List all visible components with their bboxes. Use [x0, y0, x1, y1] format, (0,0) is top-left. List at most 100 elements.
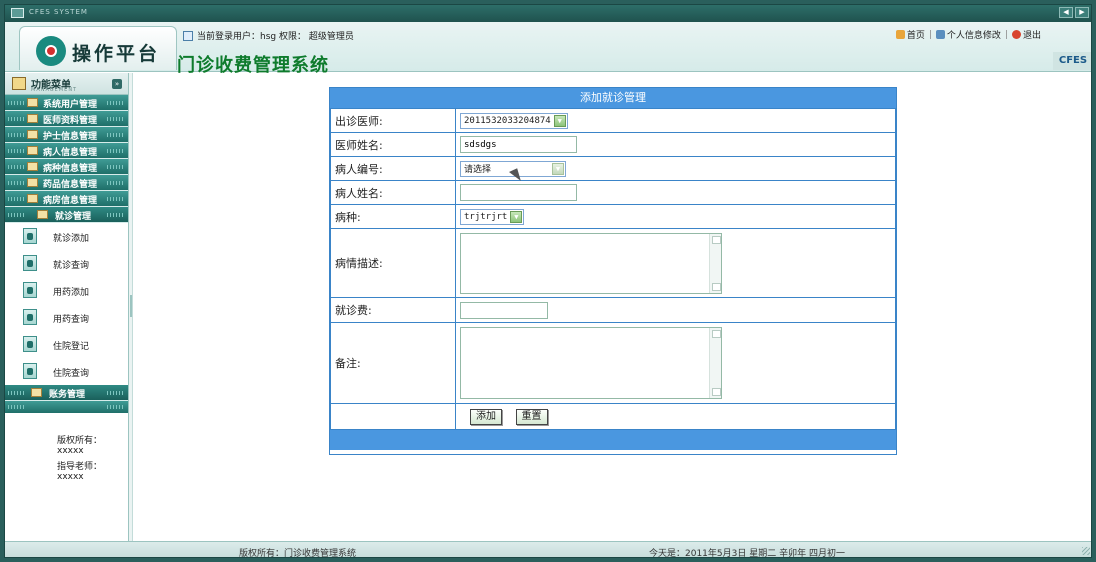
- logo-icon: [36, 36, 66, 66]
- folder-icon: [27, 162, 38, 171]
- chevron-down-icon: ▼: [552, 162, 564, 175]
- remark-label: 备注:: [330, 322, 456, 404]
- user-icon: [183, 30, 193, 41]
- patient-name-input[interactable]: [460, 184, 577, 201]
- home-icon: [895, 30, 905, 39]
- form-table: 出诊医师: 2011532033204874 ▼ 医师姓名: 病人: [330, 108, 896, 430]
- scroll-right-icon[interactable]: ▶: [1075, 7, 1089, 18]
- folder-icon: [27, 98, 38, 107]
- menu-subtitle: MANAGEMENT: [31, 87, 78, 93]
- sidebar-group-visits[interactable]: 就诊管理: [5, 207, 128, 223]
- doctor-icon: [23, 309, 37, 325]
- chevron-down-icon: ▼: [510, 210, 523, 223]
- profile-link[interactable]: 个人信息修改: [935, 28, 1001, 41]
- sidebar-group-patients[interactable]: 病人信息管理: [5, 143, 128, 159]
- sidebar-item-admission-register[interactable]: 住院登记: [5, 331, 128, 358]
- sidebar-copyright: 版权所有：xxxxx: [57, 436, 103, 456]
- status-copyright: 版权所有：门诊收费管理系统: [239, 549, 357, 558]
- page-header: 操作平台 当前登录用户：hsg 权限： 超级管理员 首页 | 个人信息修改 | …: [5, 22, 1091, 76]
- home-link[interactable]: 首页: [895, 28, 925, 41]
- doctor-icon: [23, 255, 37, 271]
- app-window: CFES SYSTEM ◀ ▶ 操作平台 当前登录用户：hsg 权限： 超级管理…: [4, 4, 1092, 558]
- window-controls: ◀ ▶: [1059, 7, 1089, 18]
- window-titlebar: CFES SYSTEM ◀ ▶: [5, 5, 1091, 22]
- doctor-select[interactable]: 2011532033204874 ▼: [460, 112, 568, 129]
- sidebar-group-empty: [5, 401, 128, 413]
- folder-icon: [37, 210, 48, 219]
- patient-no-label: 病人编号:: [330, 156, 456, 181]
- doctor-name-input[interactable]: [460, 136, 577, 153]
- form-row-patient-name: 病人姓名:: [330, 180, 896, 205]
- main-content: 添加就诊管理 出诊医师: 2011532033204874 ▼ 医师姓名: sd…: [134, 73, 1091, 541]
- window-title: CFES SYSTEM: [29, 8, 88, 16]
- current-user-info: 当前登录用户：hsg 权限： 超级管理员: [183, 29, 354, 42]
- add-visit-form: 添加就诊管理 出诊医师: 2011532033204874 ▼ 医师姓名: sd…: [329, 87, 897, 455]
- disease-label: 病种:: [330, 204, 456, 229]
- form-row-description: 病情描述:: [330, 228, 896, 298]
- sidebar-group-wards[interactable]: 病房信息管理: [5, 191, 128, 207]
- doctor-icon: [23, 336, 37, 352]
- form-footer: [330, 430, 896, 450]
- status-date: 今天是：2011年5月3日 星期二 辛卯年 四月初一: [649, 549, 845, 558]
- description-label: 病情描述:: [330, 228, 456, 298]
- logo-area: 操作平台: [19, 26, 177, 70]
- resize-grip-icon[interactable]: [1082, 547, 1090, 555]
- fee-input[interactable]: [460, 301, 548, 319]
- menu-icon: [12, 77, 26, 90]
- doctor-icon: [23, 363, 37, 379]
- sidebar-advisor: 指导老师：xxxxx: [57, 462, 103, 482]
- sidebar-item-visit-query[interactable]: 就诊查询: [5, 250, 128, 277]
- folder-icon: [27, 178, 38, 187]
- top-nav: 首页 | 个人信息修改 | 退出: [895, 28, 1041, 41]
- disease-select[interactable]: trjtrjrt ▼: [460, 208, 525, 225]
- folder-icon: [27, 194, 38, 203]
- sidebar-item-medication-query[interactable]: 用药查询: [5, 304, 128, 331]
- remark-textarea[interactable]: [460, 327, 722, 399]
- brand-badge: CFES: [1053, 52, 1091, 70]
- sidebar-splitter[interactable]: [129, 73, 133, 541]
- doctor-icon: [23, 228, 37, 244]
- nav-separator: |: [928, 29, 932, 40]
- logo-text: 操作平台: [72, 43, 161, 65]
- nav-separator: |: [1004, 29, 1008, 40]
- sidebar-group-drugs[interactable]: 药品信息管理: [5, 175, 128, 191]
- form-row-doctor-name: 医师姓名:: [330, 132, 896, 157]
- sidebar: 功能菜单 MANAGEMENT » 系统用户管理 医师资料管理 护士信息管理 病…: [5, 73, 129, 541]
- form-row-patient-no: 病人编号: 请选择 ▼: [330, 156, 896, 181]
- app-icon: [11, 8, 24, 18]
- status-bar: 版权所有：门诊收费管理系统 今天是：2011年5月3日 星期二 辛卯年 四月初一: [5, 541, 1091, 558]
- sidebar-group-nurses[interactable]: 护士信息管理: [5, 127, 128, 143]
- collapse-icon[interactable]: »: [112, 79, 122, 89]
- edit-icon: [935, 30, 945, 39]
- folder-icon: [27, 130, 38, 139]
- sidebar-item-visit-add[interactable]: 就诊添加: [5, 223, 128, 250]
- doctor-icon: [23, 282, 37, 298]
- folder-icon: [31, 388, 42, 397]
- sidebar-item-admission-query[interactable]: 住院查询: [5, 358, 128, 385]
- sidebar-group-doctors[interactable]: 医师资料管理: [5, 111, 128, 127]
- sidebar-item-medication-add[interactable]: 用药添加: [5, 277, 128, 304]
- sidebar-group-diseases[interactable]: 病种信息管理: [5, 159, 128, 175]
- textarea-scrollbar[interactable]: [709, 233, 721, 293]
- logout-link[interactable]: 退出: [1011, 28, 1041, 41]
- form-row-disease: 病种: trjtrjrt ▼: [330, 204, 896, 229]
- form-row-fee: 就诊费:: [330, 297, 896, 323]
- fee-label: 就诊费:: [330, 297, 456, 323]
- current-user-label: 当前登录用户：hsg 权限： 超级管理员: [197, 32, 354, 42]
- form-row-doctor: 出诊医师: 2011532033204874 ▼: [330, 108, 896, 133]
- logout-icon: [1011, 30, 1021, 39]
- folder-icon: [27, 114, 38, 123]
- description-textarea[interactable]: [460, 232, 722, 294]
- folder-icon: [27, 146, 38, 155]
- sidebar-group-system-users[interactable]: 系统用户管理: [5, 95, 128, 111]
- chevron-down-icon: ▼: [553, 114, 566, 127]
- add-button[interactable]: 添加: [470, 408, 502, 425]
- textarea-scrollbar[interactable]: [709, 328, 721, 398]
- reset-button[interactable]: 重置: [515, 408, 548, 425]
- patient-name-label: 病人姓名:: [330, 180, 456, 205]
- form-row-actions: 添加 重置: [330, 403, 896, 430]
- doctor-label: 出诊医师:: [330, 108, 456, 133]
- scroll-left-icon[interactable]: ◀: [1059, 7, 1073, 18]
- form-row-remark: 备注:: [330, 322, 896, 404]
- sidebar-group-accounts[interactable]: 账务管理: [5, 385, 128, 401]
